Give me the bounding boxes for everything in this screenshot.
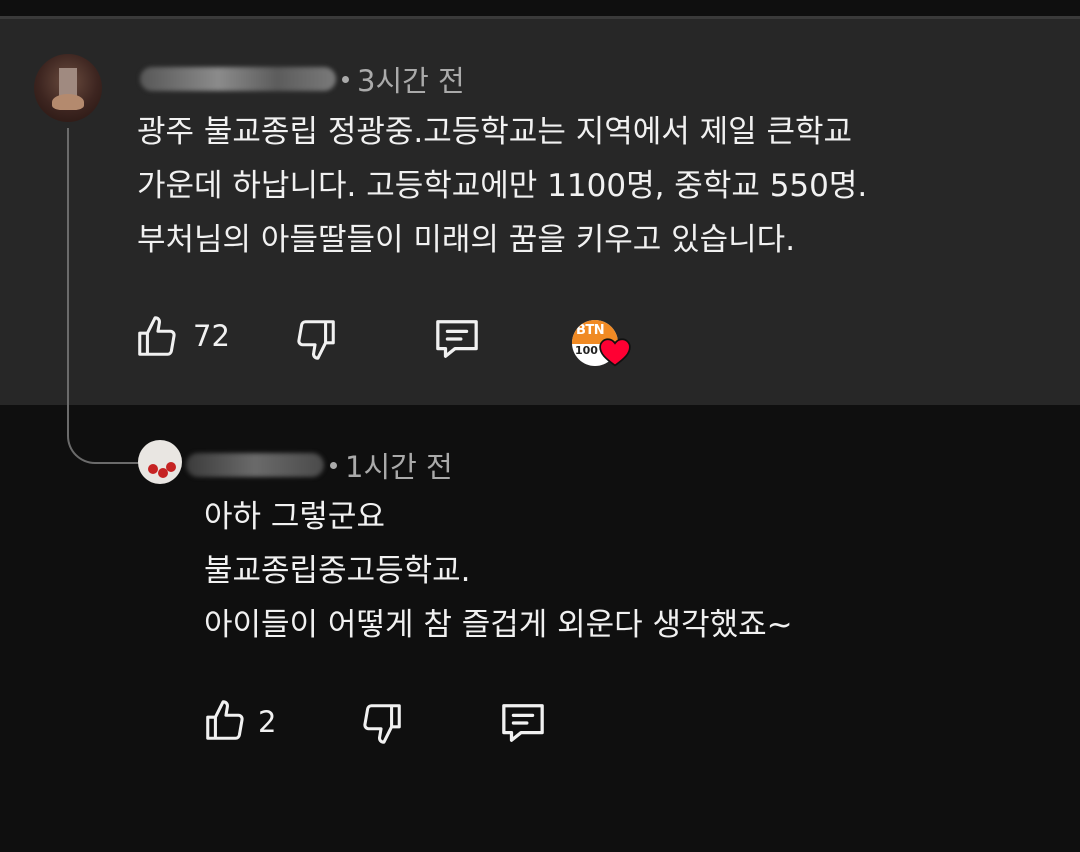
comment-line: 광주 불교종립 정광중.고등학교는 지역에서 제일 큰학교 xyxy=(137,114,853,150)
comment-icon xyxy=(436,320,478,358)
thumbs-down-icon xyxy=(297,320,335,360)
avatar-detail xyxy=(166,462,176,472)
thread-connector xyxy=(67,128,139,464)
dislike-button[interactable] xyxy=(293,316,339,362)
reply-time: 1시간 전 xyxy=(345,450,453,484)
avatar-detail xyxy=(148,464,158,474)
reply-line: 불교종립중고등학교. xyxy=(204,553,471,589)
reply-line: 아이들이 어떻게 참 즐겁게 외운다 생각했죠~ xyxy=(204,607,793,643)
comment-line: 부처님의 아들딸들이 미래의 꿈을 키우고 있습니다. xyxy=(137,222,796,258)
reply-line: 아하 그렇군요 xyxy=(204,499,385,535)
badge-number: 100 xyxy=(575,344,598,357)
author-name-redacted[interactable] xyxy=(140,67,336,91)
avatar-figure xyxy=(52,94,84,110)
like-count: 72 xyxy=(193,319,230,353)
comment-icon xyxy=(502,704,544,742)
reply-text: 아하 그렇군요 불교종립중고등학교. 아이들이 어떻게 참 즐겁게 외운다 생각… xyxy=(204,490,793,652)
like-button[interactable] xyxy=(134,314,180,360)
comment-text: 광주 불교종립 정광중.고등학교는 지역에서 제일 큰학교 가운데 하납니다. … xyxy=(137,105,867,267)
comment-meta: 3시간 전 xyxy=(140,58,465,100)
thumbs-up-icon xyxy=(138,316,176,356)
reply-meta: 1시간 전 xyxy=(186,444,453,486)
reply-avatar[interactable] xyxy=(138,440,182,484)
reply-dislike-button[interactable] xyxy=(359,700,405,746)
reply-like-count: 2 xyxy=(258,705,277,739)
reply-like-button[interactable] xyxy=(202,698,248,744)
comment-line: 가운데 하납니다. 고등학교에만 1100명, 중학교 550명. xyxy=(137,168,868,204)
heart-icon xyxy=(599,338,631,367)
avatar[interactable] xyxy=(34,54,102,122)
thumbs-up-icon xyxy=(206,700,244,740)
comment-time: 3시간 전 xyxy=(357,64,465,98)
separator-dot xyxy=(342,75,349,83)
reply-button[interactable] xyxy=(432,316,482,362)
separator-dot xyxy=(330,461,337,469)
avatar-blur xyxy=(59,68,77,96)
reply-reply-button[interactable] xyxy=(498,700,548,746)
reply-author-name-redacted[interactable] xyxy=(186,453,324,477)
thumbs-down-icon xyxy=(363,704,401,744)
